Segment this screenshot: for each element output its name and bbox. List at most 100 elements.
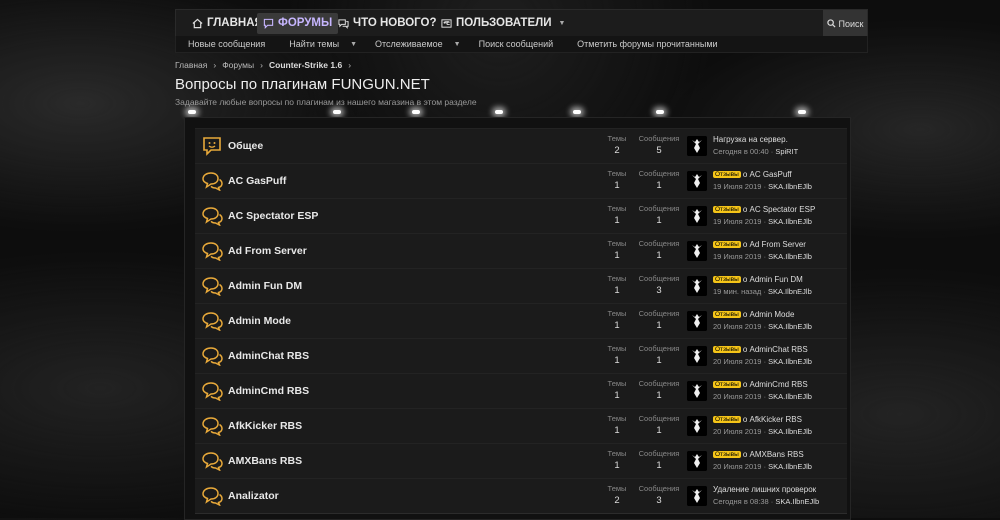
last-post-title[interactable]: о AfkKicker RBS — [743, 415, 802, 424]
avatar[interactable] — [687, 136, 707, 156]
avatar[interactable] — [687, 276, 707, 296]
nav-tab-users[interactable]: ПОЛЬЗОВАТЕЛИ ▼ — [435, 13, 571, 34]
sub-nav: Новые сообщения Найти темы ▼ Отслеживаемо… — [175, 36, 868, 53]
avatar[interactable] — [687, 451, 707, 471]
search-icon — [826, 19, 836, 28]
forum-title[interactable]: AdminChat RBS — [228, 350, 309, 362]
last-post[interactable]: Отзывы о Ad From Server 19 Июля 2019 · SKA… — [713, 240, 812, 261]
last-post[interactable]: Отзывы о Admin Mode 20 Июля 2019 · SKA.Ilb… — [713, 310, 812, 331]
last-post-title[interactable]: о AdminChat RBS — [743, 345, 808, 354]
forum-title[interactable]: Admin Mode — [228, 315, 291, 327]
chat-bubbles-icon — [202, 487, 223, 506]
messages-label: Сообщения — [638, 239, 680, 248]
smiley-chat-icon — [203, 137, 221, 156]
avatar[interactable] — [687, 171, 707, 191]
last-post-user[interactable]: SKA.IlbnEJlb — [768, 252, 812, 261]
forum-title[interactable]: AfkKicker RBS — [228, 420, 302, 432]
nav-tab-forums[interactable]: ФОРУМЫ — [257, 13, 339, 34]
messages-stat: Сообщения 1 — [634, 234, 684, 261]
last-post[interactable]: Нагрузка на сервер. Сегодня в 00:40 · Spi… — [713, 135, 798, 156]
last-post-user[interactable]: SKA.IlbnEJlb — [768, 392, 812, 401]
forum-row[interactable]: Общее Темы 2 Сообщения 5 Нагрузка на сервер. С… — [195, 128, 847, 164]
chat-bubbles-icon — [202, 172, 223, 191]
nav-tab-label: ПОЛЬЗОВАТЕЛИ — [456, 17, 552, 29]
last-post[interactable]: Отзывы о AC GasPuff 19 Июля 2019 · SKA.Ilb… — [713, 170, 812, 191]
avatar[interactable] — [687, 346, 707, 366]
breadcrumb-forums[interactable]: Форумы — [222, 60, 254, 70]
main-nav: ГЛАВНАЯ ФОРУМЫ ЧТО НОВОГО? ▼ ПОЛЬЗОВАТЕЛ… — [175, 9, 868, 38]
chevron-right-icon: › — [213, 60, 217, 70]
forum-title[interactable]: AC GasPuff — [228, 175, 286, 187]
forum-icon — [263, 18, 274, 29]
messages-stat: Сообщения 3 — [634, 269, 684, 296]
last-post[interactable]: Отзывы о AC Spectator ESP 19 Июля 2019 · S… — [713, 205, 815, 226]
last-post-user[interactable]: SpiRIT — [775, 147, 798, 156]
last-post-date: Сегодня в 00:40 — [713, 147, 769, 156]
search-button[interactable]: Поиск — [823, 10, 867, 37]
last-post-title[interactable]: о AdminCmd RBS — [743, 380, 808, 389]
forum-row[interactable]: AC GasPuff Темы 1 Сообщения 1 Отзывы о AC GasP… — [195, 163, 847, 199]
avatar[interactable] — [687, 241, 707, 261]
forum-title[interactable]: AMXBans RBS — [228, 455, 302, 467]
status-badge: Отзывы — [713, 276, 741, 283]
forum-row[interactable]: AfkKicker RBS Темы 1 Сообщения 1 Отзывы о AfkK… — [195, 408, 847, 444]
last-post-title[interactable]: о Admin Fun DM — [743, 275, 803, 284]
forum-row[interactable]: AC Spectator ESP Темы 1 Сообщения 1 Отзывы о A… — [195, 198, 847, 234]
status-badge: Отзывы — [713, 311, 741, 318]
forum-title[interactable]: Ad From Server — [228, 245, 307, 257]
avatar[interactable] — [687, 416, 707, 436]
forum-title[interactable]: Общее — [228, 140, 263, 152]
forum-row[interactable]: AdminChat RBS Темы 1 Сообщения 1 Отзывы о Admi… — [195, 338, 847, 374]
forum-row[interactable]: AdminCmd RBS Темы 1 Сообщения 1 Отзывы о Admin… — [195, 373, 847, 409]
last-post[interactable]: Удаление лишних проверок Сегодня в 08:38 … — [713, 485, 819, 506]
breadcrumb-section[interactable]: Counter-Strike 1.6 — [269, 60, 342, 70]
avatar[interactable] — [687, 206, 707, 226]
chat-bubbles-icon — [202, 452, 223, 471]
last-post-title[interactable]: Удаление лишних проверок — [713, 485, 816, 494]
messages-count: 3 — [656, 495, 662, 506]
breadcrumb-home[interactable]: Главная — [175, 60, 207, 70]
forum-row[interactable]: Admin Fun DM Темы 1 Сообщения 3 Отзывы о Admin… — [195, 268, 847, 304]
chevron-right-icon: › — [260, 60, 263, 70]
last-post-title[interactable]: о AMXBans RBS — [743, 450, 804, 459]
avatar[interactable] — [687, 311, 707, 331]
avatar[interactable] — [687, 381, 707, 401]
forum-title[interactable]: Admin Fun DM — [228, 280, 302, 292]
last-post[interactable]: Отзывы о AdminChat RBS 20 Июля 2019 · SKA.… — [713, 345, 812, 366]
forum-title[interactable]: AdminCmd RBS — [228, 385, 309, 397]
subnav-search-messages[interactable]: Поиск сообщений — [467, 39, 566, 49]
last-post[interactable]: Отзывы о AfkKicker RBS 20 Июля 2019 · SKA.… — [713, 415, 812, 436]
forum-row[interactable]: Ad From Server Темы 1 Сообщения 1 Отзывы о Ad … — [195, 233, 847, 269]
last-post-title[interactable]: о Ad From Server — [743, 240, 806, 249]
last-post-title[interactable]: о Admin Mode — [743, 310, 795, 319]
last-post-user[interactable]: SKA.IlbnEJlb — [768, 357, 812, 366]
last-post-user[interactable]: SKA.IlbnEJlb — [768, 287, 812, 296]
subnav-mark-read[interactable]: Отметить форумы прочитанными — [565, 39, 729, 49]
last-post-user[interactable]: SKA.IlbnEJlb — [775, 497, 819, 506]
last-post[interactable]: Отзывы о AMXBans RBS 20 Июля 2019 · SKA.Il… — [713, 450, 812, 471]
forum-title[interactable]: Analizator — [228, 490, 279, 502]
last-post-user[interactable]: SKA.IlbnEJlb — [768, 427, 812, 436]
last-post-user[interactable]: SKA.IlbnEJlb — [768, 322, 812, 331]
subnav-new-posts[interactable]: Новые сообщения — [176, 39, 277, 49]
forum-row[interactable]: Admin Mode Темы 1 Сообщения 1 Отзывы о Admin M… — [195, 303, 847, 339]
last-post-user[interactable]: SKA.IlbnEJlb — [768, 217, 812, 226]
messages-count: 1 — [656, 180, 662, 191]
messages-count: 1 — [656, 425, 662, 436]
forum-row[interactable]: AMXBans RBS Темы 1 Сообщения 1 Отзывы о AMXBan… — [195, 443, 847, 479]
last-post-title[interactable]: о AC Spectator ESP — [743, 205, 815, 214]
chevron-down-icon[interactable]: ▼ — [558, 13, 565, 34]
subnav-watched[interactable]: Отслеживаемое ▼ — [363, 39, 467, 49]
status-badge: Отзывы — [713, 451, 741, 458]
avatar[interactable] — [687, 486, 707, 506]
forum-row[interactable]: Analizator Темы 2 Сообщения 3 Удаление лишних… — [195, 478, 847, 514]
messages-label: Сообщения — [638, 169, 680, 178]
last-post-title[interactable]: Нагрузка на сервер. — [713, 135, 788, 144]
last-post[interactable]: Отзывы о AdminCmd RBS 20 Июля 2019 · SKA.I… — [713, 380, 812, 401]
forum-title[interactable]: AC Spectator ESP — [228, 210, 318, 222]
last-post-user[interactable]: SKA.IlbnEJlb — [768, 462, 812, 471]
subnav-find-threads[interactable]: Найти темы ▼ — [277, 39, 363, 49]
last-post-user[interactable]: SKA.IlbnEJlb — [768, 182, 812, 191]
last-post-title[interactable]: о AC GasPuff — [743, 170, 792, 179]
last-post[interactable]: Отзывы о Admin Fun DM 19 мин. назад · SKA.… — [713, 275, 812, 296]
